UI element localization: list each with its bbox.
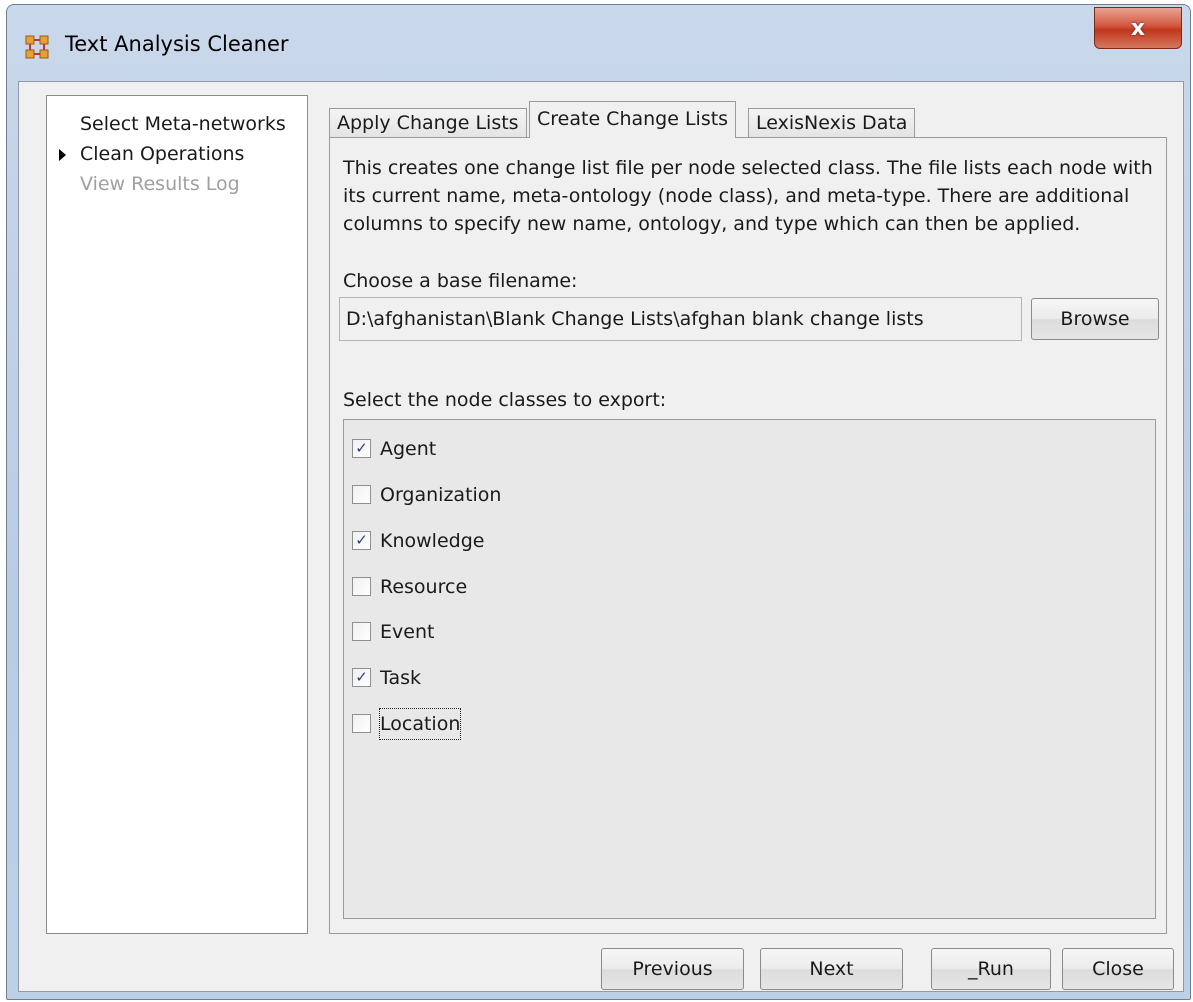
checkbox-task[interactable]: ✓ — [352, 668, 371, 687]
checkbox-knowledge[interactable]: ✓ — [352, 531, 371, 550]
checkbox-agent[interactable]: ✓ — [352, 439, 371, 458]
checkbox-location[interactable] — [352, 714, 371, 733]
network-app-icon — [25, 35, 49, 59]
dialog-window: Text Analysis Cleaner x Select Meta-netw… — [6, 4, 1191, 1000]
base-filename-input[interactable]: D:\afghanistan\Blank Change Lists\afghan… — [339, 297, 1022, 341]
panel-description: This creates one change list file per no… — [343, 157, 1153, 235]
window-title: Text Analysis Cleaner — [65, 32, 289, 56]
checkbox-event[interactable] — [352, 622, 371, 641]
node-classes-label: Select the node classes to export: — [343, 389, 667, 411]
tab-label: Apply Change Lists — [337, 112, 519, 134]
create-change-lists-panel: This creates one change list file per no… — [329, 137, 1167, 934]
tab-apply-change-lists[interactable]: Apply Change Lists — [329, 108, 527, 137]
checkbox-label: Resource — [380, 576, 468, 598]
checkbox-label: Organization — [380, 484, 502, 506]
wizard-step-list: Select Meta-networks Clean Operations Vi… — [46, 95, 308, 934]
checkbox-label: Task — [380, 667, 422, 689]
checkbox-label: Event — [380, 621, 435, 643]
step-label: Select Meta-networks — [80, 113, 286, 135]
next-button[interactable]: Next — [760, 948, 903, 990]
close-icon: x — [1130, 15, 1146, 41]
step-label: View Results Log — [80, 173, 240, 195]
checkbox-label: Location — [378, 708, 462, 740]
checkbox-label: Knowledge — [380, 530, 485, 552]
tab-lexisnexis-data[interactable]: LexisNexis Data — [748, 108, 916, 137]
close-button[interactable]: Close — [1062, 948, 1174, 990]
browse-button[interactable]: Browse — [1031, 298, 1159, 340]
node-class-list: ✓ Agent Organization ✓ Knowledge Resourc… — [343, 419, 1156, 919]
tab-label: LexisNexis Data — [756, 112, 908, 134]
checkbox-organization[interactable] — [352, 485, 371, 504]
previous-button[interactable]: Previous — [601, 948, 744, 990]
tab-label: Create Change Lists — [537, 108, 729, 130]
tab-create-change-lists[interactable]: Create Change Lists — [529, 101, 737, 138]
checkbox-label: Agent — [380, 438, 437, 460]
window-close-button[interactable]: x — [1094, 7, 1182, 49]
run-button[interactable]: _Run — [931, 948, 1051, 990]
dialog-body: Select Meta-networks Clean Operations Vi… — [18, 81, 1184, 992]
filename-label: Choose a base filename: — [343, 270, 578, 292]
step-label: Clean Operations — [80, 143, 245, 165]
current-step-arrow-icon — [59, 149, 66, 161]
title-bar[interactable]: Text Analysis Cleaner x — [7, 5, 1190, 77]
checkbox-resource[interactable] — [352, 577, 371, 596]
